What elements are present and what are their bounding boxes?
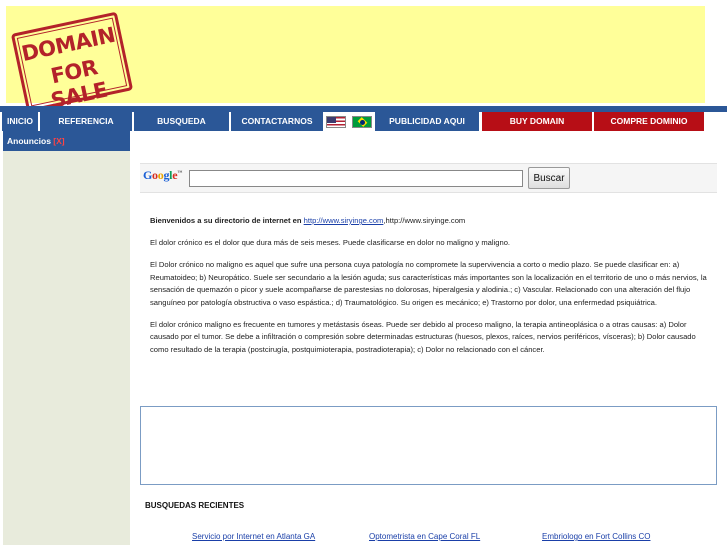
sidebar-count[interactable]: [X] [53,136,64,146]
google-tm: ™ [177,171,182,176]
recent-link-1[interactable]: Servicio por Internet en Atlanta GA [192,532,315,541]
search-button[interactable]: Buscar [528,167,570,189]
welcome-line: Bienvenidos a su directorio de internet … [150,215,712,228]
nav-item-inicio[interactable]: INICIO [2,112,39,131]
sidebar-title: Anouncios [7,136,51,146]
recent-searches-title: BUSQUEDAS RECIENTES [145,501,245,510]
paragraph-2: El Dolor crónico no maligno es aquel que… [150,260,707,307]
nav-item-contactarnos[interactable]: CONTACTARNOS [231,112,324,131]
welcome-text: Bienvenidos a su directorio de internet … [150,216,302,225]
nav-item-referencia[interactable]: REFERENCIA [40,112,133,131]
domain-for-sale-stamp[interactable]: DOMAIN FOR SALE [10,11,134,113]
nav-item-buy-domain[interactable]: BUY DOMAIN [482,112,593,131]
nav-item-publicidad[interactable]: PUBLICIDAD AQUI [375,112,480,131]
ad-box[interactable] [140,406,717,485]
recent-link-2[interactable]: Optometrista en Cape Coral FL [369,532,480,541]
nav-item-compre-dominio[interactable]: COMPRE DOMINIO [594,112,705,131]
sidebar-header: Anouncios [X] [3,131,130,151]
main-content: Bienvenidos a su directorio de internet … [150,215,712,366]
nav-item-busqueda[interactable]: BUSQUEDA [134,112,230,131]
search-input[interactable] [189,170,523,187]
header-banner: DOMAIN FOR SALE [6,6,705,113]
brazil-flag-icon[interactable] [352,116,372,128]
sidebar: Anouncios [X] [3,131,130,545]
main-nav: INICIO REFERENCIA BUSQUEDA CONTACTARNOS … [2,112,725,131]
recent-link-3[interactable]: Embriologo en Fort Collins CO [542,532,650,541]
paragraph-3: El dolor crónico maligno es frecuente en… [150,319,696,354]
us-flag-icon[interactable] [326,116,346,128]
google-logo: Google™ [143,168,182,182]
welcome-tail: ,http://www.siryinge.com [383,216,466,225]
google-search-bar: Google™ Buscar [140,163,717,193]
paragraph-1: El dolor crónico es el dolor que dura má… [150,238,511,247]
site-link[interactable]: http://www.siryinge.com [304,216,384,225]
